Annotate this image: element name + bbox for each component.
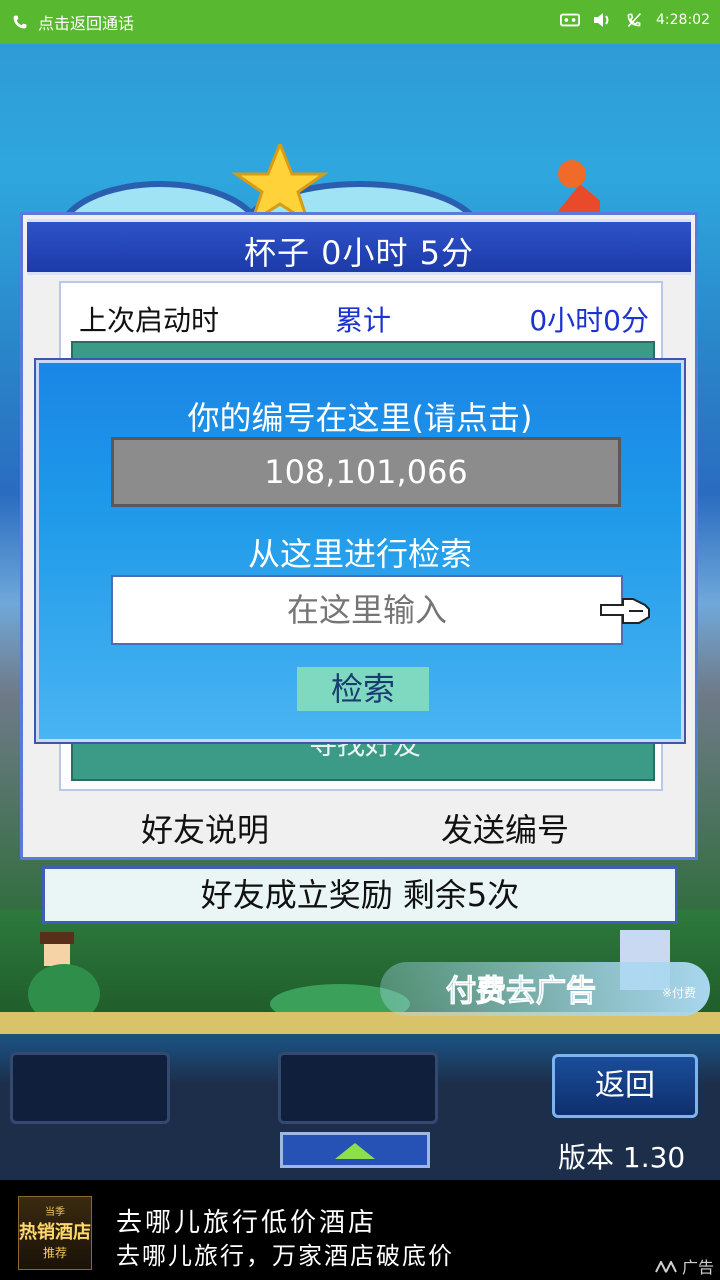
phone-icon [13,15,27,29]
scroll-up-button[interactable] [280,1132,430,1168]
remove-ads-label: 付费去广告 [446,974,597,1010]
ad-banner[interactable]: 当季 热销酒店 推荐 去哪儿旅行低价酒店 去哪儿旅行，万家酒店破底价 广告 [0,1180,720,1280]
dialog-title: 杯子 0小时 5分 [243,234,475,272]
ad-thumb-top: 当季 [45,1207,65,1218]
pointing-hand-icon [600,598,650,624]
search-button[interactable]: 检索 [297,667,429,711]
friend-description-link[interactable]: 好友说明 [141,805,269,851]
vr-icon [560,13,581,27]
ad-tag-label: 广告 [681,1258,714,1277]
search-title: 从这里进行检索 [247,535,472,573]
friend-search-overlay: 你的编号在这里(请点击) 108,101,066 从这里进行检索 检索 [34,358,686,744]
send-id-link[interactable]: 发送编号 [441,805,569,851]
mute-call-icon [627,13,641,27]
launch-time-row: 上次启动时 累计 0小时0分 [79,299,649,339]
friend-id-search-input[interactable] [111,575,623,645]
menu-slot-middle[interactable] [278,1052,438,1124]
up-arrow-icon [335,1143,375,1159]
menu-slot-left[interactable] [10,1052,170,1124]
ad-logo-icon [654,1259,677,1273]
ad-thumb-main: 热销酒店 [19,1222,91,1243]
back-button[interactable]: 返回 [552,1054,698,1118]
status-bar: 点击返回通话 4:28:02 [0,0,720,44]
user-id-field[interactable]: 108,101,066 [111,437,621,507]
dialog-titlebar: 杯子 0小时 5分 [27,219,691,275]
friend-reward-bar: 好友成立奖励 剩余5次 [42,866,678,924]
clock: 4:28:02 [656,12,710,28]
your-id-title: 你的编号在这里(请点击) [187,399,533,437]
ad-tag: 广告 [654,1254,714,1278]
call-text: 点击返回通话 [38,14,135,33]
ad-thumb-sub: 推荐 [42,1246,67,1260]
return-to-call[interactable]: 点击返回通话 [10,10,134,34]
ad-headline: 去哪儿旅行低价酒店 [116,1208,378,1238]
volume-icon [594,13,609,27]
version-label: 版本 1.30 [558,1141,686,1174]
accumulated-label: 累计 [335,304,392,337]
last-launch-label: 上次启动时 [79,304,220,337]
ad-subline: 去哪儿旅行，万家酒店破底价 [116,1242,454,1270]
remove-ads-button[interactable]: 付费去广告 ※付费 [380,962,710,1016]
accumulated-value: 0小时0分 [529,304,649,337]
paid-note: ※付费 [661,986,696,1000]
ad-thumbnail: 当季 热销酒店 推荐 [18,1196,92,1270]
